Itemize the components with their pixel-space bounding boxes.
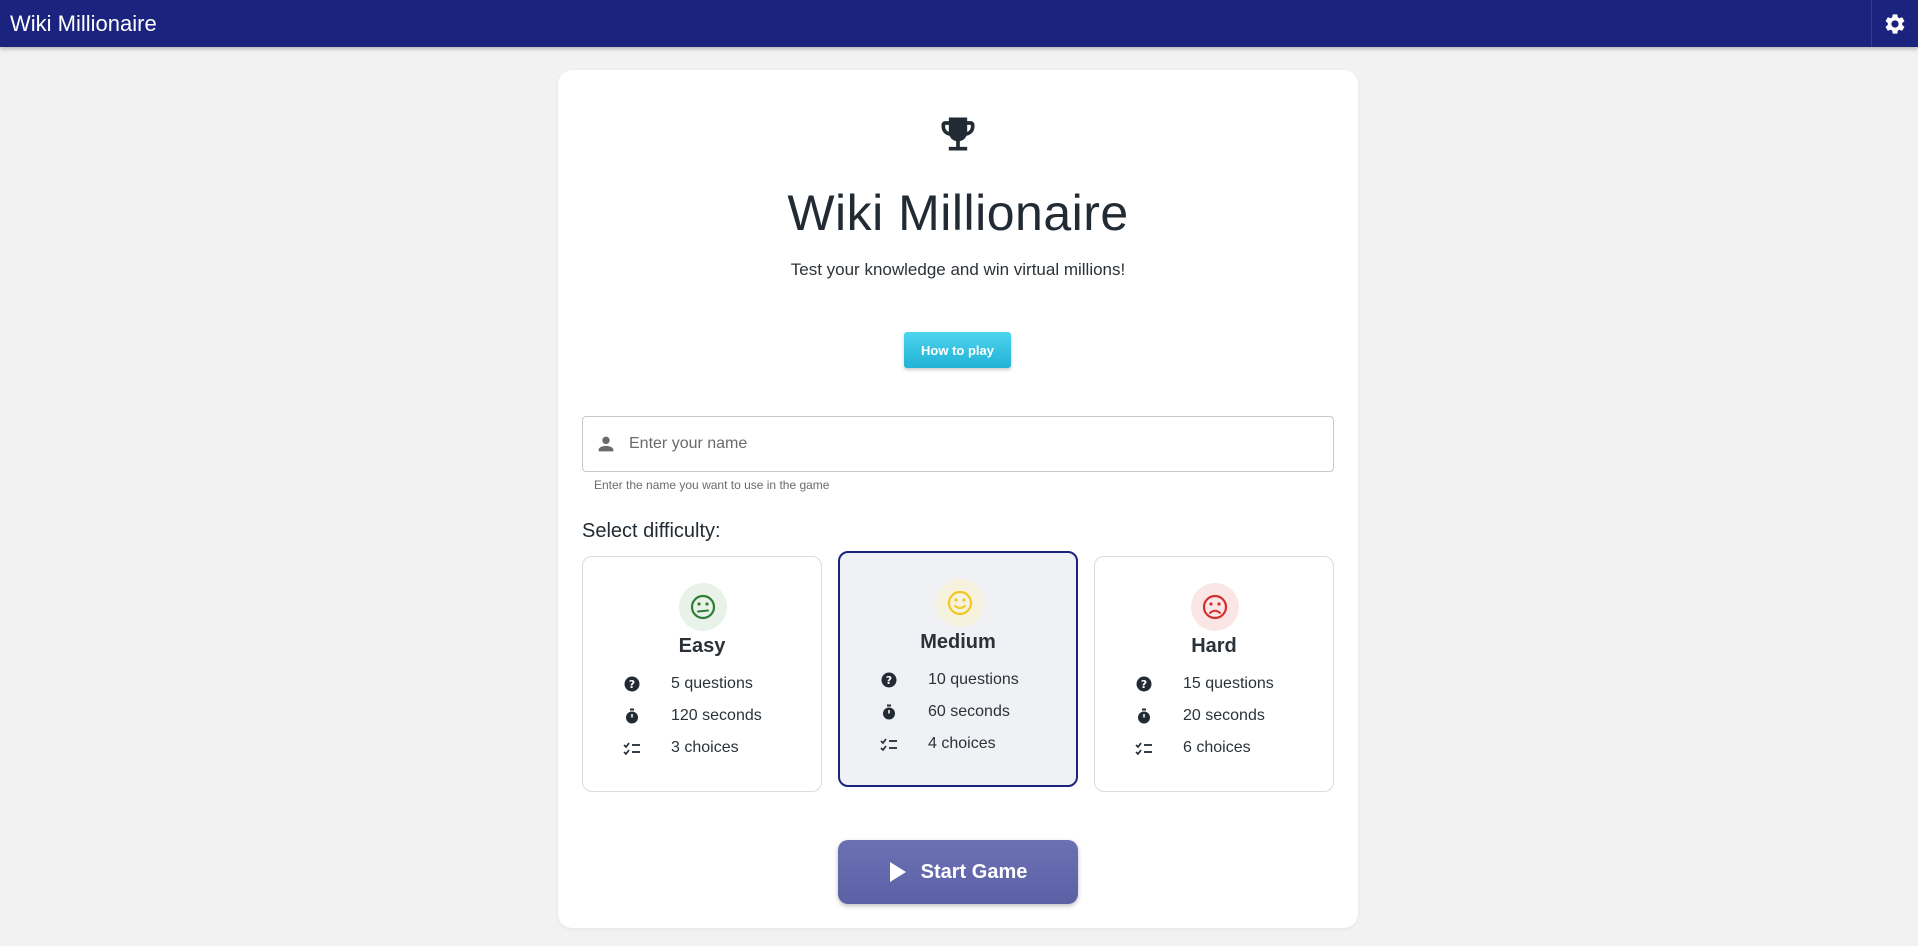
page-title: Wiki Millionaire <box>787 185 1129 241</box>
time-row: 120 seconds <box>623 705 762 727</box>
choices-count: 4 choices <box>928 735 996 752</box>
timer-icon <box>1135 707 1153 725</box>
questions-count: 5 questions <box>671 675 753 692</box>
questions-count: 10 questions <box>928 671 1019 688</box>
app-title: Wiki Millionaire <box>10 10 157 36</box>
top-app-bar: Wiki Millionaire <box>0 0 1918 47</box>
name-field <box>582 416 1334 472</box>
choices-row: 6 choices <box>1135 737 1251 759</box>
questions-row: ? 10 questions <box>880 669 1019 691</box>
gear-icon <box>1885 13 1905 34</box>
choices-row: 4 choices <box>880 733 996 755</box>
difficulty-name: Medium <box>920 631 996 653</box>
svg-text:?: ? <box>886 674 892 687</box>
checklist-icon <box>1135 739 1153 757</box>
choices-count: 3 choices <box>671 739 739 756</box>
question-icon: ? <box>880 671 898 689</box>
choices-row: 3 choices <box>623 737 739 759</box>
difficulty-label: Select difficulty: <box>582 520 721 542</box>
svg-text:?: ? <box>1141 678 1147 691</box>
sad-face-icon <box>1191 583 1239 631</box>
difficulty-name: Easy <box>678 635 726 657</box>
time-limit: 120 seconds <box>671 707 762 724</box>
start-game-label: Start Game <box>920 860 1028 883</box>
settings-button[interactable] <box>1871 0 1918 47</box>
questions-row: ? 15 questions <box>1135 673 1274 695</box>
how-to-play-button[interactable]: How to play <box>904 332 1011 368</box>
start-card: Wiki Millionaire Test your knowledge and… <box>558 70 1358 928</box>
checklist-icon <box>623 739 641 757</box>
start-game-button[interactable]: Start Game <box>838 840 1078 904</box>
difficulty-option-medium[interactable]: Medium ? 10 questions 60 seconds 4 choic… <box>838 551 1078 787</box>
time-row: 20 seconds <box>1135 705 1265 727</box>
timer-icon <box>880 703 898 721</box>
svg-text:?: ? <box>629 678 635 691</box>
question-icon: ? <box>623 675 641 693</box>
smile-face-icon <box>936 579 984 627</box>
trophy-icon <box>941 117 975 151</box>
question-icon: ? <box>1135 675 1153 693</box>
timer-icon <box>623 707 641 725</box>
page-subtitle: Test your knowledge and win virtual mill… <box>790 260 1126 279</box>
person-icon <box>598 436 614 452</box>
time-limit: 60 seconds <box>928 703 1010 720</box>
play-icon <box>889 862 906 882</box>
difficulty-option-hard[interactable]: Hard ? 15 questions 20 seconds 6 choices <box>1094 556 1334 792</box>
questions-row: ? 5 questions <box>623 673 753 695</box>
name-helper-text: Enter the name you want to use in the ga… <box>594 478 830 492</box>
questions-count: 15 questions <box>1183 675 1274 692</box>
checklist-icon <box>880 735 898 753</box>
difficulty-option-easy[interactable]: Easy ? 5 questions 120 seconds 3 choices <box>582 556 822 792</box>
choices-count: 6 choices <box>1183 739 1251 756</box>
difficulty-name: Hard <box>1191 635 1237 657</box>
neutral-face-icon <box>679 583 727 631</box>
time-limit: 20 seconds <box>1183 707 1265 724</box>
time-row: 60 seconds <box>880 701 1010 723</box>
name-input[interactable] <box>629 417 1333 471</box>
